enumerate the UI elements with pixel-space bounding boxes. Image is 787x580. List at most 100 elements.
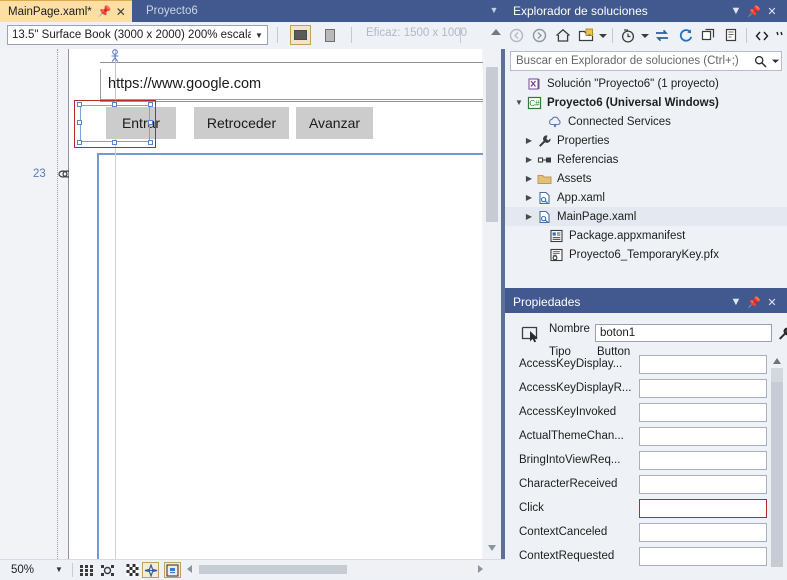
refresh-icon[interactable] bbox=[674, 25, 697, 47]
dropdown-arrow-icon[interactable] bbox=[598, 25, 610, 47]
expander-collapsed-icon[interactable]: ▶ bbox=[523, 155, 535, 164]
events-property-grid[interactable]: AccessKeyDisplay... AccessKeyDisplayR...… bbox=[505, 353, 787, 579]
canvas-horizontal-scrollbar[interactable] bbox=[185, 562, 485, 577]
tab-mainpage-xaml[interactable]: MainPage.xaml* 📌 ✕ bbox=[0, 0, 132, 22]
forward-arrow-icon[interactable] bbox=[528, 25, 551, 47]
property-value-input[interactable] bbox=[639, 379, 767, 398]
canvas-vertical-scrollbar[interactable] bbox=[483, 49, 501, 559]
property-value-input[interactable] bbox=[639, 547, 767, 566]
chevron-down-icon[interactable]: ▼ bbox=[727, 2, 745, 20]
triangle-up-icon[interactable] bbox=[491, 29, 501, 35]
sync-icon[interactable] bbox=[651, 25, 674, 47]
tree-item-mainpage-xaml[interactable]: ▶ MainPage.xaml bbox=[505, 207, 787, 226]
scrollbar-thumb[interactable] bbox=[771, 368, 783, 382]
property-row[interactable]: ActualThemeChan... bbox=[505, 425, 787, 449]
triangle-up-icon[interactable] bbox=[773, 358, 781, 364]
chevron-down-icon[interactable]: ▼ bbox=[489, 5, 499, 15]
tree-item-package-appxmanifest[interactable]: Package.appxmanifest bbox=[505, 226, 787, 245]
tree-item-project[interactable]: ▼ C# Proyecto6 (Universal Windows) bbox=[505, 93, 787, 112]
zoom-select[interactable]: 50% ▼ bbox=[4, 561, 66, 578]
pin-icon[interactable]: 📌 bbox=[745, 293, 763, 311]
property-row[interactable]: CharacterReceived bbox=[505, 473, 787, 497]
url-textbox[interactable]: https://www.google.com bbox=[100, 69, 484, 100]
property-value-input[interactable] bbox=[639, 523, 767, 542]
pending-changes-icon[interactable] bbox=[616, 25, 639, 47]
pin-icon[interactable]: 📌 bbox=[98, 5, 112, 18]
property-row-click[interactable]: Click bbox=[505, 497, 787, 521]
property-row[interactable]: BringIntoViewReq... bbox=[505, 449, 787, 473]
selection-outline-blue[interactable] bbox=[80, 105, 150, 142]
property-row[interactable]: AccessKeyDisplay... bbox=[505, 353, 787, 377]
name-input[interactable]: boton1 bbox=[595, 324, 772, 342]
scrollbar-track[interactable] bbox=[771, 382, 783, 567]
artboard[interactable]: https://www.google.com Entrar bbox=[69, 49, 482, 559]
new-folder-icon[interactable] bbox=[574, 25, 597, 47]
design-canvas[interactable]: 23 https://www.google.com bbox=[0, 49, 505, 559]
property-row[interactable]: ContextRequested bbox=[505, 545, 787, 569]
resize-handle[interactable] bbox=[112, 102, 117, 107]
tab-proyecto6[interactable]: Proyecto6 bbox=[136, 0, 208, 22]
tree-item-assets[interactable]: ▶ Assets bbox=[505, 169, 787, 188]
properties-tab-button[interactable] bbox=[774, 323, 787, 343]
properties-vertical-scrollbar[interactable] bbox=[770, 355, 784, 569]
scrollbar-thumb[interactable] bbox=[486, 67, 498, 222]
snap-to-grid-icon[interactable] bbox=[99, 562, 116, 578]
show-all-files-icon[interactable] bbox=[750, 25, 773, 47]
property-row[interactable]: AccessKeyInvoked bbox=[505, 401, 787, 425]
expander-collapsed-icon[interactable]: ▶ bbox=[523, 212, 535, 221]
resize-handle[interactable] bbox=[77, 140, 82, 145]
pin-icon[interactable]: 📌 bbox=[745, 2, 763, 20]
landscape-orientation-button[interactable] bbox=[290, 25, 311, 45]
resize-handle[interactable] bbox=[112, 140, 117, 145]
property-row[interactable]: ContextCanceled bbox=[505, 521, 787, 545]
solution-explorer-search[interactable]: Buscar en Explorador de soluciones (Ctrl… bbox=[510, 51, 782, 71]
property-value-input[interactable] bbox=[639, 427, 767, 446]
expander-collapsed-icon[interactable]: ▶ bbox=[523, 136, 535, 145]
collapse-all-icon[interactable] bbox=[697, 25, 720, 47]
property-value-input[interactable] bbox=[639, 355, 767, 374]
resize-handle[interactable] bbox=[77, 102, 82, 107]
resize-handle[interactable] bbox=[148, 120, 153, 125]
property-value-input[interactable] bbox=[639, 475, 767, 494]
tree-item-properties[interactable]: ▶ Properties bbox=[505, 131, 787, 150]
properties-window-icon[interactable] bbox=[720, 25, 743, 47]
resize-handle[interactable] bbox=[148, 140, 153, 145]
expander-collapsed-icon[interactable]: ▶ bbox=[523, 174, 535, 183]
device-select[interactable]: 13.5" Surface Book (3000 x 2000) 200% es… bbox=[7, 25, 268, 45]
property-row[interactable]: AccessKeyDisplayR... bbox=[505, 377, 787, 401]
dropdown-arrow-icon[interactable] bbox=[639, 25, 651, 47]
tree-item-referencias[interactable]: ▶ Referencias bbox=[505, 150, 787, 169]
scrollbar-thumb[interactable] bbox=[199, 565, 347, 574]
transparency-checker-icon[interactable] bbox=[124, 562, 141, 578]
chevron-down-icon[interactable]: ▼ bbox=[727, 293, 745, 311]
tree-item-temporarykey-pfx[interactable]: Proyecto6_TemporaryKey.pfx bbox=[505, 245, 787, 264]
back-arrow-icon[interactable] bbox=[505, 25, 528, 47]
close-icon[interactable]: ✕ bbox=[763, 293, 781, 311]
overflow-icon[interactable] bbox=[774, 25, 787, 47]
triangle-left-icon[interactable] bbox=[187, 565, 192, 573]
chevron-down-icon[interactable] bbox=[769, 59, 781, 64]
property-value-input[interactable] bbox=[639, 403, 767, 422]
property-value-input[interactable] bbox=[639, 451, 767, 470]
grid-icon[interactable] bbox=[78, 562, 95, 578]
portrait-orientation-button[interactable] bbox=[319, 25, 340, 45]
tree-item-solution[interactable]: Solución "Proyecto6" (1 proyecto) bbox=[505, 74, 787, 93]
avanzar-button[interactable]: Avanzar bbox=[296, 107, 373, 139]
solution-tree[interactable]: Solución "Proyecto6" (1 proyecto) ▼ C# P… bbox=[505, 74, 787, 288]
triangle-down-icon[interactable] bbox=[488, 545, 496, 551]
expander-expanded-icon[interactable]: ▼ bbox=[513, 98, 525, 107]
element-tag-icon[interactable] bbox=[109, 49, 121, 63]
home-icon[interactable] bbox=[551, 25, 574, 47]
close-icon[interactable]: ✕ bbox=[763, 2, 781, 20]
expander-collapsed-icon[interactable]: ▶ bbox=[523, 193, 535, 202]
retroceder-button[interactable]: Retroceder bbox=[194, 107, 289, 139]
resize-handle[interactable] bbox=[77, 120, 82, 125]
tree-item-app-xaml[interactable]: ▶ App.xaml bbox=[505, 188, 787, 207]
close-icon[interactable]: ✕ bbox=[114, 5, 128, 19]
tree-item-connected-services[interactable]: Connected Services bbox=[505, 112, 787, 131]
search-icon[interactable] bbox=[751, 55, 769, 68]
resize-handle[interactable] bbox=[148, 102, 153, 107]
snap-to-guides-icon[interactable] bbox=[142, 562, 159, 578]
triangle-right-icon[interactable] bbox=[478, 565, 483, 573]
snap-to-element-icon[interactable] bbox=[164, 562, 181, 578]
